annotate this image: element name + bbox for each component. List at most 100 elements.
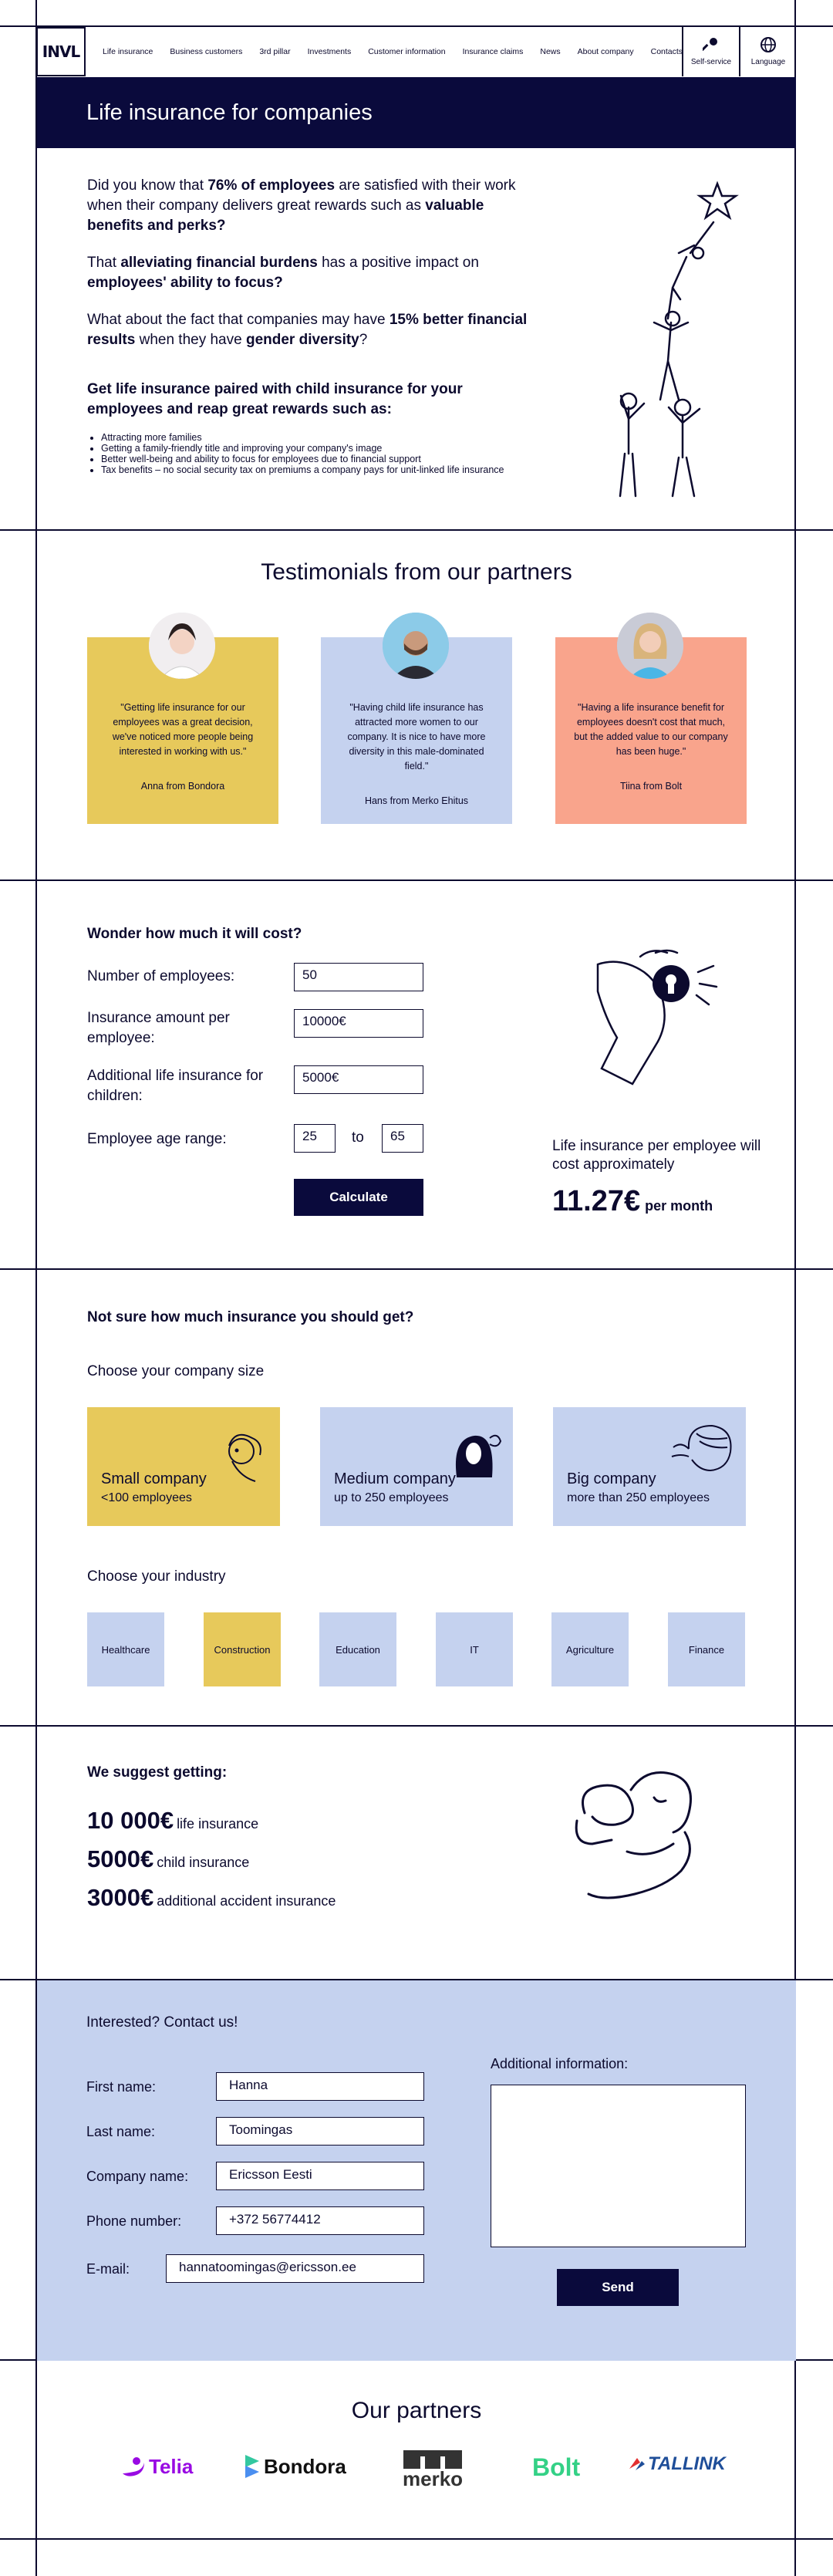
last-name-label: Last name: (86, 2124, 156, 2139)
list-item: Better well-being and ability to focus f… (101, 454, 535, 464)
age-to-label: to (352, 1129, 364, 1146)
suggestion-item: 3000€ additional accident insurance (87, 1884, 336, 1911)
person-face-icon (228, 1433, 261, 1482)
chooser-title: Not sure how much insurance you should g… (87, 1309, 414, 1325)
testimonials-title: Testimonials from our partners (261, 559, 572, 585)
nav-item-insurance-claims[interactable]: Insurance claims (463, 47, 524, 56)
partner-logo-tallink[interactable]: TALLINK (628, 2453, 726, 2475)
testimonial-author: Hans from Merko Ehitus (364, 795, 469, 806)
person-face-icon (671, 1424, 732, 1472)
suggestion-item: 10 000€ life insurance (87, 1807, 259, 1834)
size-card-desc: more than 250 employees (567, 1491, 710, 1504)
self-service-label: Self-service (690, 57, 732, 66)
list-item: Attracting more families (101, 432, 535, 443)
last-name-field[interactable]: Toomingas (216, 2117, 424, 2146)
contact-title: Interested? Contact us! (86, 2014, 238, 2031)
company-size-title: Choose your company size (87, 1363, 265, 1379)
partner-logo-bolt[interactable]: Bolt (532, 2453, 580, 2482)
intro-section: Did you know that 76% of employees are s… (87, 176, 535, 475)
acrobats-illustration (619, 181, 739, 498)
nav-item-life-insurance[interactable]: Life insurance (103, 47, 153, 56)
list-item: Getting a family-friendly title and impr… (101, 443, 535, 454)
size-card-medium[interactable]: Medium company up to 250 employees (320, 1407, 513, 1526)
phone-label: Phone number: (86, 2213, 182, 2229)
phone-field[interactable]: +372 56774412 (216, 2206, 424, 2235)
language-label: Language (750, 57, 786, 66)
testimonial-author: Tiina from Bolt (619, 781, 683, 792)
amount-input[interactable]: 10000€ (294, 1009, 423, 1038)
industry-agriculture[interactable]: Agriculture (551, 1612, 629, 1686)
partner-logo-bondora[interactable]: Bondora (244, 2453, 346, 2480)
result-value: 11.27€ per month (552, 1185, 713, 1217)
tallink-icon (629, 2458, 645, 2470)
telia-icon (123, 2457, 144, 2476)
first-name-label: First name: (86, 2079, 157, 2095)
avatar (383, 613, 449, 679)
age-range-label: Employee age range: (87, 1131, 227, 1147)
key-icon (703, 37, 717, 51)
industry-finance[interactable]: Finance (668, 1612, 745, 1686)
company-name-label: Company name: (86, 2169, 189, 2184)
size-card-desc: <100 employees (101, 1491, 192, 1504)
calculator-title: Wonder how much it will cost? (87, 926, 302, 942)
email-field[interactable]: hannatoomingas@ericsson.ee (166, 2254, 424, 2283)
intro-paragraph-2: That alleviating financial burdens has a… (87, 255, 479, 291)
child-insurance-input[interactable]: 5000€ (294, 1065, 423, 1094)
nav-item-news[interactable]: News (540, 47, 560, 56)
first-name-field[interactable]: Hanna (216, 2072, 424, 2101)
email-label: E-mail: (86, 2261, 130, 2277)
additional-info-label: Additional information: (491, 2056, 629, 2071)
page-title: Life insurance for companies (86, 100, 373, 125)
age-min-input[interactable]: 25 (294, 1124, 336, 1153)
nav-item-3rd-pillar[interactable]: 3rd pillar (259, 47, 290, 56)
age-max-input[interactable]: 65 (382, 1124, 423, 1153)
frame-line (0, 529, 833, 531)
industry-construction[interactable]: Construction (204, 1612, 281, 1686)
hug-illustration (575, 1771, 692, 1899)
self-service-button[interactable]: Self-service (682, 25, 739, 76)
partner-logo-merko[interactable]: merko (403, 2450, 463, 2489)
hand-coin-illustration (596, 949, 718, 1085)
send-button[interactable]: Send (557, 2269, 679, 2306)
benefits-list: Attracting more families Getting a famil… (87, 432, 535, 475)
nav-item-customer-information[interactable]: Customer information (368, 47, 445, 56)
language-button[interactable]: Language (739, 25, 796, 76)
bondora-icon (245, 2455, 259, 2478)
site-header: INVL Life insurance Business customers 3… (36, 25, 796, 77)
nav-item-business-customers[interactable]: Business customers (170, 47, 242, 56)
testimonial-quote: "Getting life insurance for our employee… (112, 702, 254, 757)
size-card-desc: up to 250 employees (334, 1491, 449, 1504)
partners-title: Our partners (351, 2398, 482, 2423)
intro-paragraph-1: Did you know that 76% of employees are s… (87, 177, 516, 234)
industry-it[interactable]: IT (436, 1612, 513, 1686)
industry-title: Choose your industry (87, 1568, 226, 1585)
nav-item-contacts[interactable]: Contacts (651, 47, 683, 56)
nav-item-about-company[interactable]: About company (578, 47, 634, 56)
logo[interactable]: INVL (36, 27, 86, 76)
person-face-icon (456, 1434, 502, 1477)
size-card-big[interactable]: Big company more than 250 employees (553, 1407, 746, 1526)
company-name-field[interactable]: Ericsson Eesti (216, 2162, 424, 2190)
frame-line (0, 1725, 833, 1727)
nav-item-investments[interactable]: Investments (308, 47, 352, 56)
frame-line (0, 1268, 833, 1270)
globe-icon (760, 36, 776, 52)
hero-banner: Life insurance for companies (37, 77, 796, 148)
main-nav: Life insurance Business customers 3rd pi… (103, 47, 683, 56)
testimonial-quote: "Having a life insurance benefit for emp… (574, 702, 728, 757)
partner-logo-telia[interactable]: Telia (120, 2453, 193, 2480)
frame-line (0, 879, 833, 881)
industry-healthcare[interactable]: Healthcare (87, 1612, 164, 1686)
calculate-button[interactable]: Calculate (294, 1179, 423, 1216)
employees-input[interactable]: 50 (294, 963, 423, 991)
suggestion-title: We suggest getting: (87, 1764, 228, 1781)
merko-icon (403, 2450, 463, 2469)
size-card-small[interactable]: Small company <100 employees (87, 1407, 280, 1526)
testimonial-author: Anna from Bondora (140, 781, 225, 792)
industry-education[interactable]: Education (319, 1612, 396, 1686)
frame-line (0, 2538, 833, 2540)
amount-label: Insurance amount per employee: (87, 1010, 230, 1046)
avatar (617, 613, 683, 679)
suggestion-item: 5000€ child insurance (87, 1845, 250, 1872)
additional-info-textarea[interactable] (491, 2085, 746, 2247)
